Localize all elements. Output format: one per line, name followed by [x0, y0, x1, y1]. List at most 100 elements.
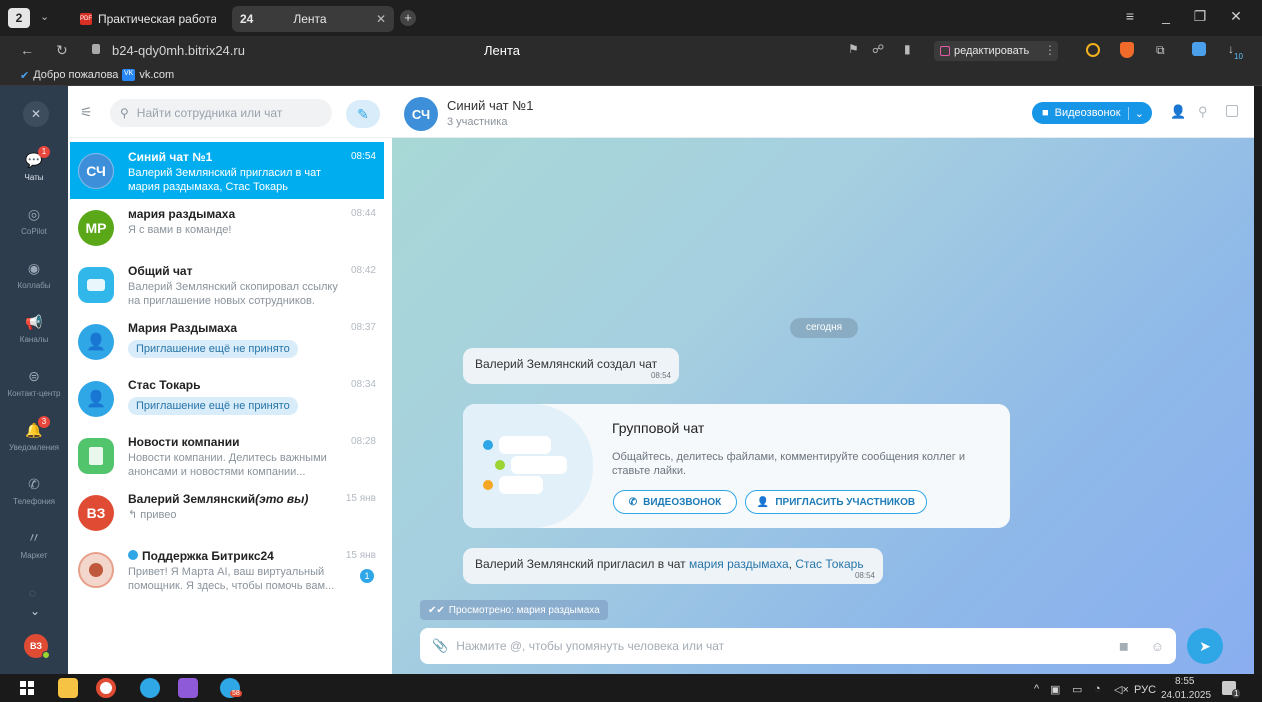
- chat-row[interactable]: 👤 Мария Раздымаха 08:37 Приглашение ещё …: [70, 313, 384, 370]
- chat-last-message: Валерий Землянский пригласил в чат мария…: [128, 167, 322, 193]
- video-call-label: Видеозвонок: [1054, 107, 1121, 119]
- chat-row[interactable]: МР мария раздымаха 08:44 Я с вами в кома…: [70, 199, 384, 256]
- downloads-badge: 10: [1234, 52, 1243, 61]
- chat-subtitle[interactable]: 3 участника: [447, 116, 507, 128]
- rail-item-telephony[interactable]: ✆ Телефония: [0, 464, 68, 516]
- send-icon: ➤: [1199, 637, 1211, 654]
- chat-name-text: Валерий Землянский: [128, 492, 256, 506]
- file-explorer-icon[interactable]: [58, 678, 78, 698]
- bookmark-welcome[interactable]: ✔ Добро пожалова: [20, 69, 118, 82]
- add-user-icon[interactable]: 👤: [1170, 104, 1186, 120]
- invite-pending-badge: Приглашение ещё не принято: [128, 397, 298, 415]
- edit-icon: [940, 46, 950, 56]
- rail-item-collabs[interactable]: ◉ Коллабы: [0, 248, 68, 300]
- filter-icon[interactable]: ⚟: [80, 104, 93, 121]
- mention-link[interactable]: мария раздымаха: [689, 557, 789, 571]
- extensions-icon[interactable]: ☍: [872, 42, 884, 56]
- edit-button[interactable]: редактировать: [934, 41, 1058, 61]
- rail-item-notifications[interactable]: 🔔 Уведомления 3: [0, 410, 68, 462]
- windows-start-icon[interactable]: [20, 681, 34, 695]
- close-messenger-button[interactable]: ✕: [23, 101, 49, 127]
- chevron-down-icon[interactable]: ⌄: [1127, 106, 1144, 120]
- chat-header-avatar[interactable]: СЧ: [404, 97, 438, 131]
- sidebar-toggle-icon[interactable]: [1226, 105, 1238, 117]
- chat-row[interactable]: Поддержка Битрикс24 15 янв Привет! Я Мар…: [70, 541, 384, 598]
- chat-row[interactable]: Общий чат 08:42 Валерий Землянский скопи…: [70, 256, 384, 313]
- seen-label: Просмотрено: мария раздымаха: [448, 604, 600, 616]
- wifi-icon[interactable]: ◔: [1094, 683, 1101, 695]
- new-chat-button[interactable]: ✎: [346, 100, 380, 128]
- message-input-placeholder: Нажмите @, чтобы упомянуть человека или …: [456, 639, 725, 653]
- tray-chevron-icon[interactable]: ^: [1034, 683, 1039, 695]
- shield-icon[interactable]: [1120, 42, 1134, 58]
- close-window-icon[interactable]: ✕: [1226, 8, 1246, 25]
- more-icon[interactable]: ⋮: [1044, 43, 1056, 57]
- unread-count-badge: 1: [360, 569, 374, 583]
- tab-count-badge[interactable]: 2: [8, 8, 30, 28]
- minimize-icon[interactable]: _: [1156, 8, 1176, 24]
- rail-item-contact-center[interactable]: ⊜ Контакт-центр: [0, 356, 68, 408]
- translate-icon[interactable]: ⚑: [848, 42, 859, 56]
- market-icon: 〃: [27, 529, 41, 546]
- back-icon[interactable]: ←: [20, 42, 34, 58]
- lock-icon: [92, 44, 100, 54]
- tabs-icon[interactable]: ⧉: [1156, 43, 1165, 58]
- keyboard-language[interactable]: РУС: [1134, 684, 1156, 696]
- search-input[interactable]: ⚲ Найти сотрудника или чат: [110, 99, 332, 127]
- reply-icon: ↰: [128, 509, 141, 521]
- rail-item-label: CoPilot: [21, 226, 47, 236]
- chat-name: Новости компании: [128, 435, 240, 449]
- tab-pdf[interactable]: PDF Практическая работа 2 -: [72, 6, 224, 32]
- chat-last-message: Новости компании. Делитесь важными анонс…: [128, 452, 327, 478]
- url-field[interactable]: b24-qdy0mh.bitrix24.ru: [112, 43, 245, 58]
- menu-icon[interactable]: ≡: [1120, 8, 1140, 24]
- sticker-icon[interactable]: ◼: [1119, 639, 1129, 653]
- chat-row[interactable]: 👤 Стас Токарь 08:34 Приглашение ещё не п…: [70, 370, 384, 427]
- send-button[interactable]: ➤: [1187, 628, 1223, 664]
- mention-link[interactable]: Стас Токарь: [795, 557, 863, 571]
- phone-icon: ✆: [28, 475, 40, 492]
- yandex-browser-icon[interactable]: [96, 678, 116, 698]
- yandex-extension-icon[interactable]: [1086, 43, 1100, 57]
- search-icon[interactable]: ⚲: [1198, 104, 1208, 120]
- tab-bitrix[interactable]: 24 Лента ✕: [232, 6, 394, 32]
- clock-date[interactable]: 24.01.2025: [1161, 690, 1211, 701]
- visual-studio-icon[interactable]: [178, 678, 198, 698]
- rail-item-chats[interactable]: 💬 Чаты 1: [0, 140, 68, 192]
- news-icon: [78, 438, 114, 474]
- invite-pending-badge: Приглашение ещё не принято: [128, 340, 298, 358]
- tabs-dropdown-icon[interactable]: ⌄: [40, 10, 49, 23]
- invite-participants-button[interactable]: 👤 ПРИГЛАСИТЬ УЧАСТНИКОВ: [745, 490, 927, 514]
- restore-icon[interactable]: ❐: [1190, 8, 1210, 25]
- tray-app-icon[interactable]: ▣: [1050, 683, 1060, 696]
- rail-item-market[interactable]: 〃 Маркет: [0, 518, 68, 570]
- bitrix-icon: [128, 550, 138, 560]
- rail-item-channels[interactable]: 📢 Каналы: [0, 302, 68, 354]
- rail-more-icon[interactable]: ◌: [29, 586, 36, 600]
- bookmark-vk[interactable]: VK vk.com: [122, 69, 174, 81]
- bookmark-icon[interactable]: ▮: [904, 42, 911, 56]
- rail-item-copilot[interactable]: ◎ CoPilot: [0, 194, 68, 246]
- chat-row[interactable]: ВЗ Валерий Землянский(это вы) 15 янв ↰ п…: [70, 484, 384, 541]
- support-bot-avatar: [78, 552, 114, 588]
- chat-row[interactable]: СЧ Синий чат №1 08:54 Валерий Землянский…: [70, 142, 384, 199]
- video-call-button[interactable]: ■ Видеозвонок ⌄: [1032, 102, 1152, 124]
- battery-icon[interactable]: ▭: [1072, 683, 1082, 696]
- rail-item-label: Телефония: [13, 496, 55, 506]
- chevron-down-icon[interactable]: ⌄: [30, 604, 40, 618]
- system-message: Валерий Землянский создал чат 08:54: [463, 348, 679, 384]
- reload-icon[interactable]: ↻: [56, 42, 68, 59]
- emoji-icon[interactable]: ☺: [1151, 639, 1164, 654]
- clock-time[interactable]: 8:55: [1175, 676, 1194, 687]
- telegram-icon[interactable]: [140, 678, 160, 698]
- group-video-call-button[interactable]: ✆ ВИДЕОЗВОНОК: [613, 490, 737, 514]
- chat-row[interactable]: Новости компании 08:28 Новости компании.…: [70, 427, 384, 484]
- attach-icon[interactable]: 📎: [432, 638, 448, 654]
- close-icon[interactable]: ✕: [376, 12, 386, 26]
- group-chat-title: Групповой чат: [612, 420, 705, 436]
- profile-icon[interactable]: [1192, 42, 1206, 56]
- new-tab-icon[interactable]: +: [400, 10, 416, 26]
- volume-icon[interactable]: ◁×: [1114, 683, 1129, 696]
- message-input[interactable]: 📎 Нажмите @, чтобы упомянуть человека ил…: [420, 628, 1176, 664]
- chat-title[interactable]: Синий чат №1: [447, 98, 533, 113]
